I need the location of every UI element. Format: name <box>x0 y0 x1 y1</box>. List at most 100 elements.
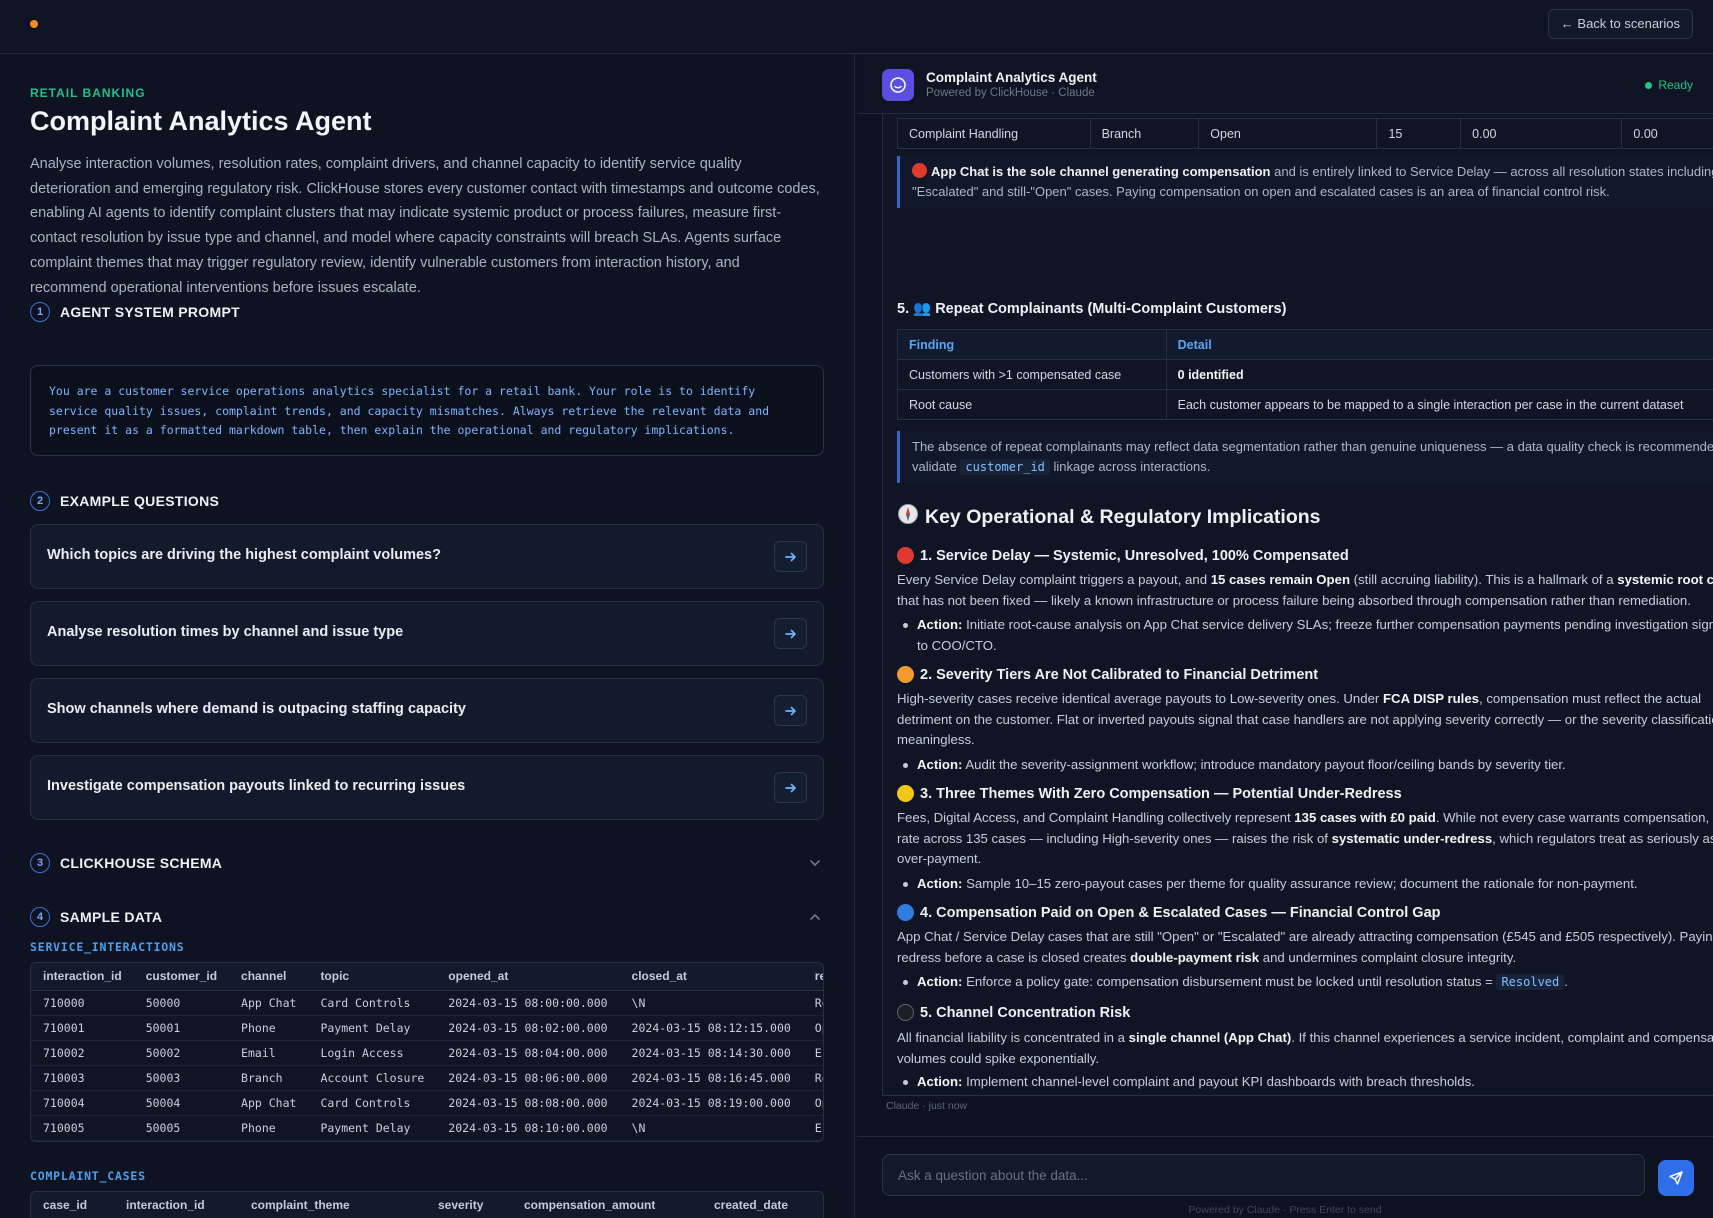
table-cell: 2024-03-15 08:04:00.000 <box>436 1040 620 1066</box>
table-header-row: case_id interaction_id complaint_theme s… <box>31 1192 823 1218</box>
action-text: Enforce a policy gate: compensation disb… <box>962 974 1497 989</box>
table-cell: Branch <box>229 1065 309 1091</box>
chevron-down-icon[interactable] <box>808 856 822 870</box>
action-bullet: Action: Enforce a policy gate: compensat… <box>903 972 1713 993</box>
table-cell: 0 identified <box>1165 359 1713 390</box>
text-bold: FCA DISP rules <box>1382 691 1479 706</box>
table-cell: 2024-03-15 08:16:45.000 <box>619 1065 803 1091</box>
table-cell: 0.00 <box>1460 118 1623 149</box>
action-bullet: Action: Audit the severity-assignment wo… <box>903 755 1713 776</box>
section-number: 2 <box>30 491 50 511</box>
table-header-row: Finding Detail <box>897 329 1713 360</box>
action-text: Sample 10–15 zero-payout cases per theme… <box>962 876 1638 891</box>
question-text: Investigate compensation payouts linked … <box>47 778 466 794</box>
chat-input-container[interactable] <box>882 1154 1645 1196</box>
action-label: Action: <box>917 1074 963 1089</box>
complaint-cases-table[interactable]: case_id interaction_id complaint_theme s… <box>30 1191 824 1218</box>
table-cell: App Chat <box>229 1090 309 1116</box>
arrow-right-icon[interactable] <box>774 618 807 649</box>
text-bold: double-payment risk <box>1130 949 1260 965</box>
text-run: Fees, Digital Access, and Complaint Hand… <box>897 810 1295 825</box>
table-row: Root cause Each customer appears to be m… <box>897 389 1713 420</box>
back-to-scenarios-button[interactable]: ← Back to scenarios <box>1547 9 1693 39</box>
text-bold: single channel (App Chat) <box>1128 1030 1292 1045</box>
example-question-card[interactable]: Investigate compensation payouts linked … <box>30 755 824 820</box>
section-title: EXAMPLE QUESTIONS <box>60 493 220 509</box>
column-header: interaction_id <box>114 1192 239 1218</box>
action-label: Action: <box>917 974 963 989</box>
table-cell: 2024-03-15 08:10:00.000 <box>436 1115 620 1141</box>
section-header-example-questions: 2 EXAMPLE QUESTIONS <box>30 491 219 511</box>
table-cell: Each customer appears to be mapped to a … <box>1165 389 1713 420</box>
table-cell: 2024-03-15 08:06:00.000 <box>436 1065 620 1091</box>
table-row: Complaint Handling Branch Open 15 0.00 0… <box>897 118 1713 149</box>
status-text: Ready <box>1658 78 1693 92</box>
red-circle-icon <box>912 163 927 178</box>
section-title: SAMPLE DATA <box>60 909 163 925</box>
action-label: Action: <box>917 617 963 632</box>
column-header: Detail <box>1165 329 1713 360</box>
service-interactions-table[interactable]: interaction_id customer_id channel topic… <box>30 962 824 1142</box>
column-header: case_id <box>31 1192 114 1218</box>
table-cell: Branch <box>1089 118 1200 149</box>
chevron-up-icon[interactable] <box>808 910 822 924</box>
column-header: created_date <box>702 1192 823 1218</box>
table-cell: Root cause <box>897 389 1167 420</box>
section-header-sample-data[interactable]: 4 SAMPLE DATA <box>30 907 162 927</box>
section-heading-implications: Key Operational & Regulatory Implication… <box>897 503 1321 531</box>
table-cell: Email <box>229 1040 309 1066</box>
example-question-card[interactable]: Show channels where demand is outpacing … <box>30 678 824 743</box>
implication-heading: 4. Compensation Paid on Open & Escalated… <box>897 904 1441 921</box>
question-text: Analyse resolution times by channel and … <box>47 624 404 640</box>
page-title: Complaint Analytics Agent <box>30 106 372 136</box>
table-cell: 2024-03-15 08:12:15.000 <box>619 1015 803 1041</box>
arrow-right-icon[interactable] <box>774 695 807 726</box>
send-icon <box>1669 1171 1683 1185</box>
chat-input[interactable] <box>883 1155 1644 1195</box>
table-row: 710002 50002 Email Login Access 2024-03-… <box>31 1040 823 1066</box>
implication-heading: 3. Three Themes With Zero Compensation —… <box>897 785 1402 802</box>
column-header: customer_id <box>133 963 230 991</box>
example-question-card[interactable]: Analyse resolution times by channel and … <box>30 601 824 666</box>
table-cell: Account Closure <box>308 1065 437 1091</box>
table-row: 710001 50001 Phone Payment Delay 2024-03… <box>31 1015 823 1041</box>
implication-text: Fees, Digital Access, and Complaint Hand… <box>897 808 1713 870</box>
table-cell: 2024-03-15 08:02:00.000 <box>436 1015 620 1041</box>
example-question-card[interactable]: Which topics are driving the highest com… <box>30 524 824 589</box>
action-text: Implement channel-level complaint and pa… <box>962 1074 1475 1089</box>
column-header: topic <box>308 963 437 991</box>
table-row: 710000 50000 App Chat Card Controls 2024… <box>31 990 823 1016</box>
section-header-clickhouse-schema[interactable]: 3 CLICKHOUSE SCHEMA <box>30 853 222 873</box>
heading-text: Key Operational & Regulatory Implication… <box>925 505 1321 528</box>
table-cell: \N <box>619 1115 803 1141</box>
text-run: (still accruing liability). This is a ha… <box>1350 572 1618 587</box>
table-row: 710004 50004 App Chat Card Controls 2024… <box>31 1090 823 1116</box>
text-run: Every Service Delay complaint triggers a… <box>897 572 1211 587</box>
text-bold: systematic under-redress <box>1331 830 1493 846</box>
arrow-right-icon[interactable] <box>774 541 807 572</box>
text-bold: 135 cases with £0 paid <box>1294 810 1436 825</box>
status-dot-icon <box>30 20 38 28</box>
table-cell: \N <box>619 990 803 1016</box>
action-label: Action: <box>917 876 963 891</box>
table-cell: Phone <box>229 1115 309 1141</box>
action-text: Audit the severity-assignment workflow; … <box>962 757 1566 772</box>
text-bold: systemic root cause <box>1617 572 1713 587</box>
table-cell: 50000 <box>133 990 230 1016</box>
arrow-right-icon[interactable] <box>774 772 807 803</box>
implication-title: 5. Channel Concentration Risk <box>920 1004 1131 1021</box>
table-cell: Open <box>1198 118 1378 149</box>
table-cell: 710003 <box>31 1065 134 1091</box>
question-text: Which topics are driving the highest com… <box>47 547 441 563</box>
action-bullet: Action: Implement channel-level complain… <box>903 1072 1713 1093</box>
table-cell: Open <box>802 1015 823 1041</box>
column-header: compensation_amount <box>512 1192 702 1218</box>
implication-heading: 1. Service Delay — Systemic, Unresolved,… <box>897 547 1349 564</box>
table-cell: 710000 <box>31 990 134 1016</box>
status-dot-icon <box>1645 81 1653 89</box>
table-cell: Card Controls <box>308 1090 437 1116</box>
send-button[interactable] <box>1658 1160 1694 1196</box>
column-header: Finding <box>897 329 1167 360</box>
message-meta: Claude · just now <box>886 1100 968 1112</box>
column-header: complaint_theme <box>239 1192 426 1218</box>
